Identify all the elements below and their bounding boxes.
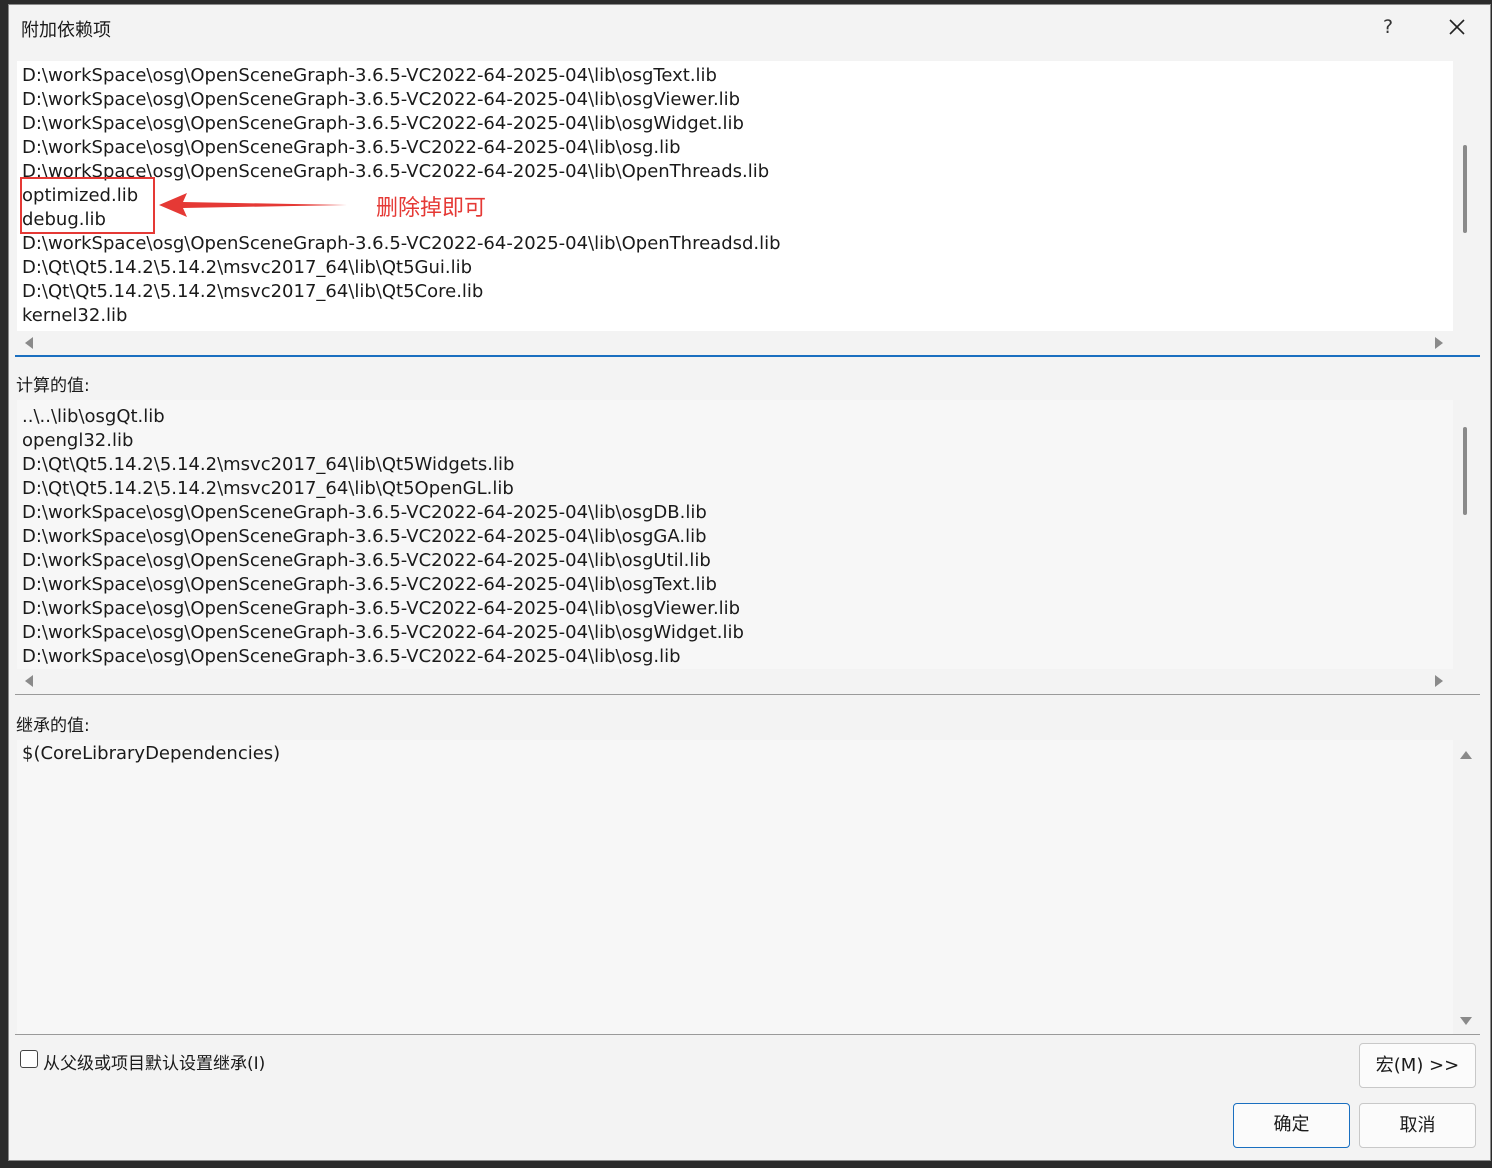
additional-dependencies-dialog: 附加依赖项 ? D:\workSpace\osg\OpenSceneGraph-… <box>8 4 1491 1161</box>
ok-button[interactable]: 确定 <box>1233 1103 1350 1148</box>
dependency-line[interactable]: D:\workSpace\osg\OpenSceneGraph-3.6.5-VC… <box>17 88 1453 112</box>
computed-values-list: ..\..\lib\osgQt.lib opengl32.lib D:\Qt\Qt5… <box>17 400 1453 670</box>
annotation-text: 删除掉即可 <box>376 196 487 221</box>
dialog-title: 附加依赖项 <box>21 20 111 41</box>
dependency-line[interactable]: D:\workSpace\osg\OpenSceneGraph-3.6.5-VC… <box>17 160 1453 184</box>
scroll-right-icon[interactable] <box>1435 337 1443 349</box>
computed-line: D:\Qt\Qt5.14.2\5.14.2\msvc2017_64\lib\Qt… <box>22 454 515 475</box>
inherited-bottom-border <box>15 1034 1480 1035</box>
computed-line: D:\workSpace\osg\OpenSceneGraph-3.6.5-VC… <box>22 598 741 619</box>
dependency-line[interactable]: D:\Qt\Qt5.14.2\5.14.2\msvc2017_64\lib\Qt… <box>17 280 1453 304</box>
inherited-values-list: $(CoreLibraryDependencies) <box>17 740 1453 1034</box>
computed-line: D:\workSpace\osg\OpenSceneGraph-3.6.5-VC… <box>22 574 717 595</box>
close-icon <box>1449 19 1465 35</box>
dependency-line[interactable]: D:\workSpace\osg\OpenSceneGraph-3.6.5-VC… <box>17 112 1453 136</box>
computed-line: D:\workSpace\osg\OpenSceneGraph-3.6.5-VC… <box>22 550 711 571</box>
editor-horizontal-scrollbar[interactable] <box>17 331 1453 355</box>
computed-line: D:\workSpace\osg\OpenSceneGraph-3.6.5-VC… <box>22 622 744 643</box>
dependency-line[interactable]: D:\workSpace\osg\OpenSceneGraph-3.6.5-VC… <box>17 232 1453 256</box>
close-button[interactable] <box>1443 13 1471 41</box>
computed-bottom-border <box>15 694 1480 695</box>
help-button[interactable]: ? <box>1376 13 1400 41</box>
computed-line: D:\workSpace\osg\OpenSceneGraph-3.6.5-VC… <box>22 502 707 523</box>
highlight-box <box>20 177 155 234</box>
computed-line: opengl32.lib <box>22 430 134 451</box>
computed-horizontal-scrollbar[interactable] <box>17 669 1453 693</box>
computed-line: D:\Qt\Qt5.14.2\5.14.2\msvc2017_64\lib\Qt… <box>22 478 514 499</box>
dependency-line[interactable]: D:\workSpace\osg\OpenSceneGraph-3.6.5-VC… <box>17 136 1453 160</box>
macros-button[interactable]: 宏(M) >> <box>1359 1043 1476 1088</box>
inherited-values-label: 继承的值: <box>16 716 90 736</box>
dependency-line[interactable]: D:\workSpace\osg\OpenSceneGraph-3.6.5-VC… <box>17 64 1453 88</box>
inherited-line: $(CoreLibraryDependencies) <box>22 743 281 764</box>
computed-vertical-scrollbar[interactable] <box>1463 427 1467 515</box>
inherit-checkbox[interactable] <box>20 1050 38 1068</box>
title-bar: 附加依赖项 ? <box>9 5 1490 49</box>
scroll-left-icon[interactable] <box>25 337 33 349</box>
editor-bottom-border <box>15 355 1480 357</box>
scroll-down-icon[interactable] <box>1459 1015 1473 1027</box>
scroll-up-icon[interactable] <box>1459 749 1473 761</box>
computed-values-label: 计算的值: <box>16 376 90 396</box>
editor-vertical-scrollbar[interactable] <box>1463 145 1467 233</box>
dependency-line[interactable]: kernel32.lib <box>17 304 1453 328</box>
cancel-button[interactable]: 取消 <box>1359 1103 1476 1148</box>
scroll-left-icon[interactable] <box>25 675 33 687</box>
scroll-right-icon[interactable] <box>1435 675 1443 687</box>
computed-line: ..\..\lib\osgQt.lib <box>22 406 165 427</box>
computed-line: D:\workSpace\osg\OpenSceneGraph-3.6.5-VC… <box>22 526 707 547</box>
computed-line: D:\workSpace\osg\OpenSceneGraph-3.6.5-VC… <box>22 646 681 667</box>
arrow-icon <box>159 193 347 217</box>
dependency-line[interactable]: D:\Qt\Qt5.14.2\5.14.2\msvc2017_64\lib\Qt… <box>17 256 1453 280</box>
inherit-checkbox-label[interactable]: 从父级或项目默认设置继承(I) <box>43 1049 265 1074</box>
